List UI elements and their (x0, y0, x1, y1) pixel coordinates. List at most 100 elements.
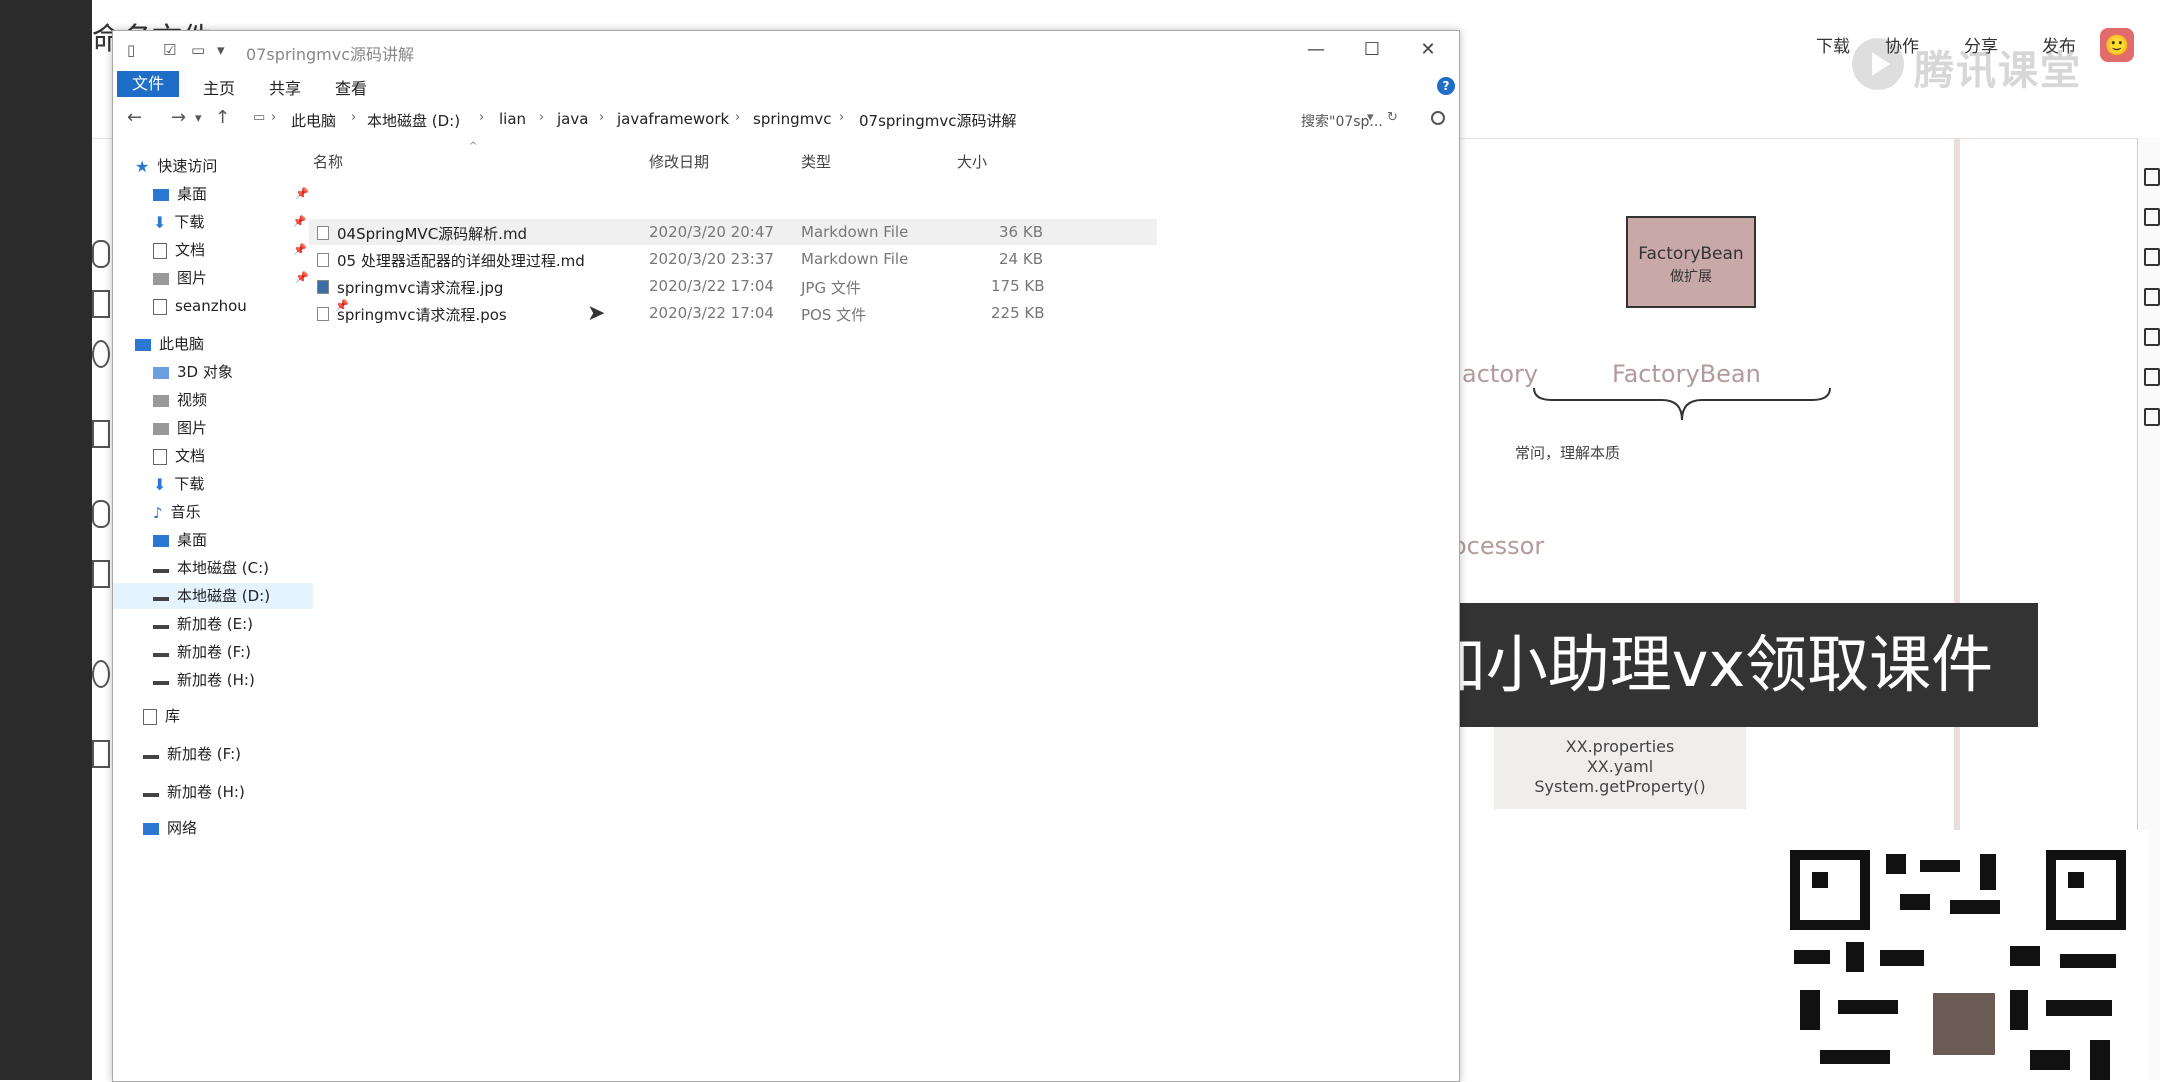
nav-this-pc[interactable]: 此电脑 (135, 331, 204, 357)
nav-label: 视频 (177, 391, 208, 409)
mouse-cursor-icon: ➤ (587, 301, 606, 326)
rect-shape-icon[interactable] (92, 420, 110, 448)
circle-shape-icon[interactable] (92, 340, 110, 368)
nav-drive-h[interactable]: 新加卷 (H:) (153, 667, 255, 693)
column-header-date[interactable]: 修改日期 (649, 151, 709, 172)
breadcrumb-item[interactable]: springmvc (753, 110, 831, 128)
help-icon[interactable]: ? (1437, 77, 1455, 95)
file-date: 2020/3/22 17:04 (649, 277, 774, 295)
rect-shape-icon[interactable] (92, 290, 110, 318)
nav-drive-f[interactable]: 新加卷 (F:) (153, 639, 251, 665)
pin-icon[interactable]: 📌 (293, 237, 307, 263)
maximize-button[interactable]: ☐ (1349, 35, 1395, 65)
note-card[interactable]: XX.properties XX.yaml System.getProperty… (1494, 727, 1746, 809)
pin-icon[interactable]: 📌 (293, 209, 307, 235)
chevron-down-icon[interactable]: ▾ (217, 41, 225, 59)
column-header-size[interactable]: 大小 (957, 151, 987, 172)
nav-quick-seanzhou[interactable]: seanzhou 📌 (153, 293, 349, 319)
nav-quick-desktop[interactable]: 桌面 📌 (153, 181, 309, 207)
tool-icon[interactable] (2144, 288, 2160, 306)
nav-documents[interactable]: 文档 (153, 443, 205, 469)
tool-icon[interactable] (2144, 368, 2160, 386)
table-row[interactable]: springmvc请求流程.pos 2020/3/22 17:04 POS 文件… (309, 300, 1157, 326)
tab-view[interactable]: 查看 (335, 75, 367, 99)
tool-icon[interactable] (2144, 248, 2160, 266)
breadcrumb-item[interactable]: javaframework (617, 110, 729, 128)
nav-videos[interactable]: 视频 (153, 387, 207, 413)
nav-label: 新加卷 (H:) (167, 783, 245, 801)
nav-drive-e[interactable]: 新加卷 (E:) (153, 611, 253, 637)
column-header-type[interactable]: 类型 (801, 151, 831, 172)
bg-download-button[interactable]: 下载 (1816, 32, 1850, 57)
nav-desktop[interactable]: 桌面 (153, 527, 207, 553)
nav-downloads[interactable]: ⬇ 下载 (153, 471, 204, 497)
chevron-right-icon[interactable]: › (479, 110, 484, 125)
chevron-right-icon[interactable]: › (599, 110, 604, 125)
nav-quick-access[interactable]: ★ 快速访问 (135, 153, 217, 179)
table-row[interactable]: 05 处理器适配器的详细处理过程.md 2020/3/20 23:37 Mark… (309, 246, 1157, 272)
tool-icon[interactable] (2144, 408, 2160, 426)
nav-extra-drive-h[interactable]: 新加卷 (H:) (143, 779, 245, 805)
nav-label: 本地磁盘 (D:) (177, 587, 271, 605)
tool-icon[interactable] (2144, 168, 2160, 186)
bg-publish-button[interactable]: 发布 (2042, 32, 2076, 57)
ellipse-shape-icon[interactable] (92, 240, 110, 268)
breadcrumb-item[interactable]: lian (499, 110, 526, 128)
breadcrumb-item[interactable]: 此电脑 (291, 110, 336, 131)
circle-shape-icon[interactable] (92, 660, 110, 688)
breadcrumb-item[interactable]: 07springmvc源码讲解 (859, 110, 1017, 131)
back-icon[interactable]: ← (127, 107, 142, 128)
nav-label: 下载 (174, 213, 205, 231)
rect-shape-icon[interactable] (92, 560, 110, 588)
network-icon (143, 822, 159, 835)
nav-extra-drive-f[interactable]: 新加卷 (F:) (143, 741, 241, 767)
nav-3d-objects[interactable]: 3D 对象 (153, 359, 233, 385)
chevron-right-icon[interactable]: › (735, 110, 740, 125)
avatar[interactable]: 🙂 (2100, 28, 2134, 62)
bg-share-button[interactable]: 分享 (1964, 32, 1998, 57)
drive-icon (153, 652, 169, 657)
breadcrumb[interactable]: ▭ › 此电脑 › 本地磁盘 (D:) › lian › java › java… (249, 105, 1399, 133)
nav-quick-pictures[interactable]: 图片 📌 (153, 265, 309, 291)
tool-icon[interactable] (2144, 208, 2160, 226)
recent-locations-icon[interactable]: ▾ (195, 111, 202, 126)
nav-libraries[interactable]: 库 (143, 703, 180, 729)
forward-icon[interactable]: → (171, 107, 186, 128)
new-folder-icon[interactable]: ▭ (191, 41, 205, 59)
nav-pictures[interactable]: 图片 (153, 415, 207, 441)
properties-icon[interactable]: ☑ (163, 41, 176, 59)
bg-collaborate-button[interactable]: 协作 (1885, 32, 1919, 57)
search-input[interactable]: 搜索"07sp... (1301, 105, 1451, 133)
nav-music[interactable]: ♪ 音乐 (153, 499, 201, 525)
column-header-name[interactable]: 名称 (313, 151, 343, 172)
ellipse-shape-icon[interactable] (92, 500, 110, 528)
breadcrumb-item[interactable]: 本地磁盘 (D:) (367, 110, 460, 131)
tool-icon[interactable] (2144, 328, 2160, 346)
chevron-right-icon[interactable]: › (351, 110, 356, 125)
minimize-button[interactable]: — (1293, 35, 1339, 65)
table-row[interactable]: springmvc请求流程.jpg 2020/3/22 17:04 JPG 文件… (309, 273, 1157, 299)
tab-file[interactable]: 文件 (117, 71, 179, 97)
pin-icon[interactable]: 📌 (295, 265, 309, 291)
chevron-right-icon[interactable]: › (839, 110, 844, 125)
nav-quick-documents[interactable]: 文档 📌 (153, 237, 307, 263)
pin-icon[interactable]: 📌 (295, 181, 309, 207)
star-icon: ★ (135, 156, 150, 176)
nav-network[interactable]: 网络 (143, 815, 197, 841)
nav-quick-downloads[interactable]: ⬇ 下载 📌 (153, 209, 306, 235)
chevron-right-icon: › (271, 110, 277, 125)
table-row[interactable]: 04SpringMVC源码解析.md 2020/3/20 20:47 Markd… (309, 219, 1157, 245)
tab-share[interactable]: 共享 (269, 75, 301, 99)
chevron-right-icon[interactable]: › (539, 110, 544, 125)
nav-label: 图片 (177, 419, 208, 437)
close-button[interactable]: ✕ (1405, 35, 1451, 65)
nav-drive-c[interactable]: 本地磁盘 (C:) (153, 555, 269, 581)
factorybean-node[interactable]: FactoryBean 做扩展 (1626, 216, 1756, 308)
up-icon[interactable]: ↑ (215, 107, 230, 128)
search-icon[interactable] (1431, 111, 1445, 125)
tab-home[interactable]: 主页 (203, 75, 235, 99)
breadcrumb-item[interactable]: java (557, 110, 588, 128)
rect-shape-icon[interactable] (92, 740, 110, 768)
nav-label: 新加卷 (F:) (167, 745, 241, 763)
nav-drive-d[interactable]: 本地磁盘 (D:) (113, 583, 313, 609)
